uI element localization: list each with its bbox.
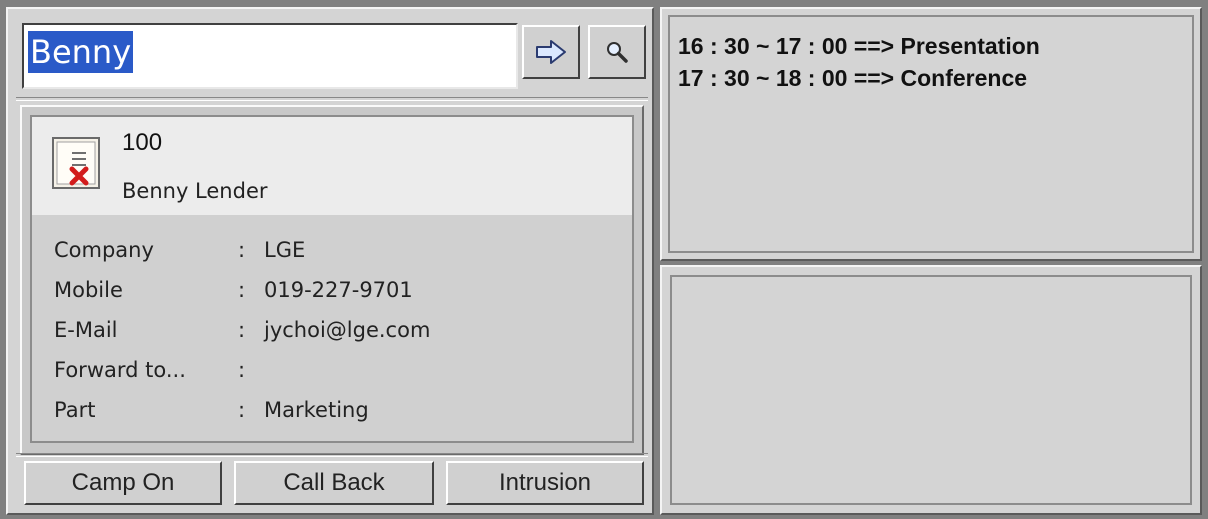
search-button[interactable] — [588, 25, 646, 79]
field-label: Forward to... — [54, 358, 186, 382]
extension-number: 100 — [122, 129, 163, 156]
contact-card-error-icon — [52, 137, 100, 189]
contact-card-frame: 100 Benny Lender Company : LGE Mobile : … — [20, 105, 644, 455]
field-separator: : — [238, 238, 246, 262]
field-label: Mobile — [54, 278, 123, 302]
magnifier-icon — [607, 42, 628, 63]
divider — [16, 453, 648, 457]
schedule-panel: 16 : 30 ~ 17 : 00 ==> Presentation 17 : … — [660, 7, 1202, 261]
search-box[interactable]: Benny — [22, 23, 518, 89]
empty-panel-area — [670, 275, 1192, 505]
field-value: LGE — [264, 238, 306, 262]
contact-panel: Benny 100 Benny Lender Company: LGE Mob… — [6, 7, 654, 515]
field-label: Company — [54, 238, 154, 262]
schedule-item: 16 : 30 ~ 17 : 00 ==> Presentation — [678, 33, 1040, 59]
divider — [16, 97, 648, 101]
contact-name: Benny Lender — [122, 179, 268, 203]
forward-button[interactable] — [522, 25, 580, 79]
field-separator: : — [238, 398, 246, 422]
schedule-item: 17 : 30 ~ 18 : 00 ==> Conference — [678, 65, 1028, 91]
field-separator: : — [238, 278, 246, 302]
schedule-list: 16 : 30 ~ 17 : 00 ==> Presentation 17 : … — [668, 15, 1194, 253]
field-separator: : — [238, 318, 246, 342]
search-input[interactable]: Benny — [28, 31, 134, 73]
arrow-right-icon — [536, 40, 566, 64]
field-value: jychoi@lge.com — [264, 318, 431, 342]
field-separator: : — [238, 358, 246, 382]
field-value: Marketing — [264, 398, 369, 422]
contact-header: 100 Benny Lender — [32, 117, 632, 215]
camp-on-button[interactable]: Camp On — [24, 461, 222, 505]
contact-card: 100 Benny Lender Company : LGE Mobile : … — [30, 115, 634, 443]
empty-panel — [660, 265, 1202, 515]
intrusion-button[interactable]: Intrusion — [446, 461, 644, 505]
call-back-button[interactable]: Call Back — [234, 461, 434, 505]
field-label: E-Mail — [54, 318, 118, 342]
field-label: Part — [54, 398, 96, 422]
field-value: 019-227-9701 — [264, 278, 413, 302]
